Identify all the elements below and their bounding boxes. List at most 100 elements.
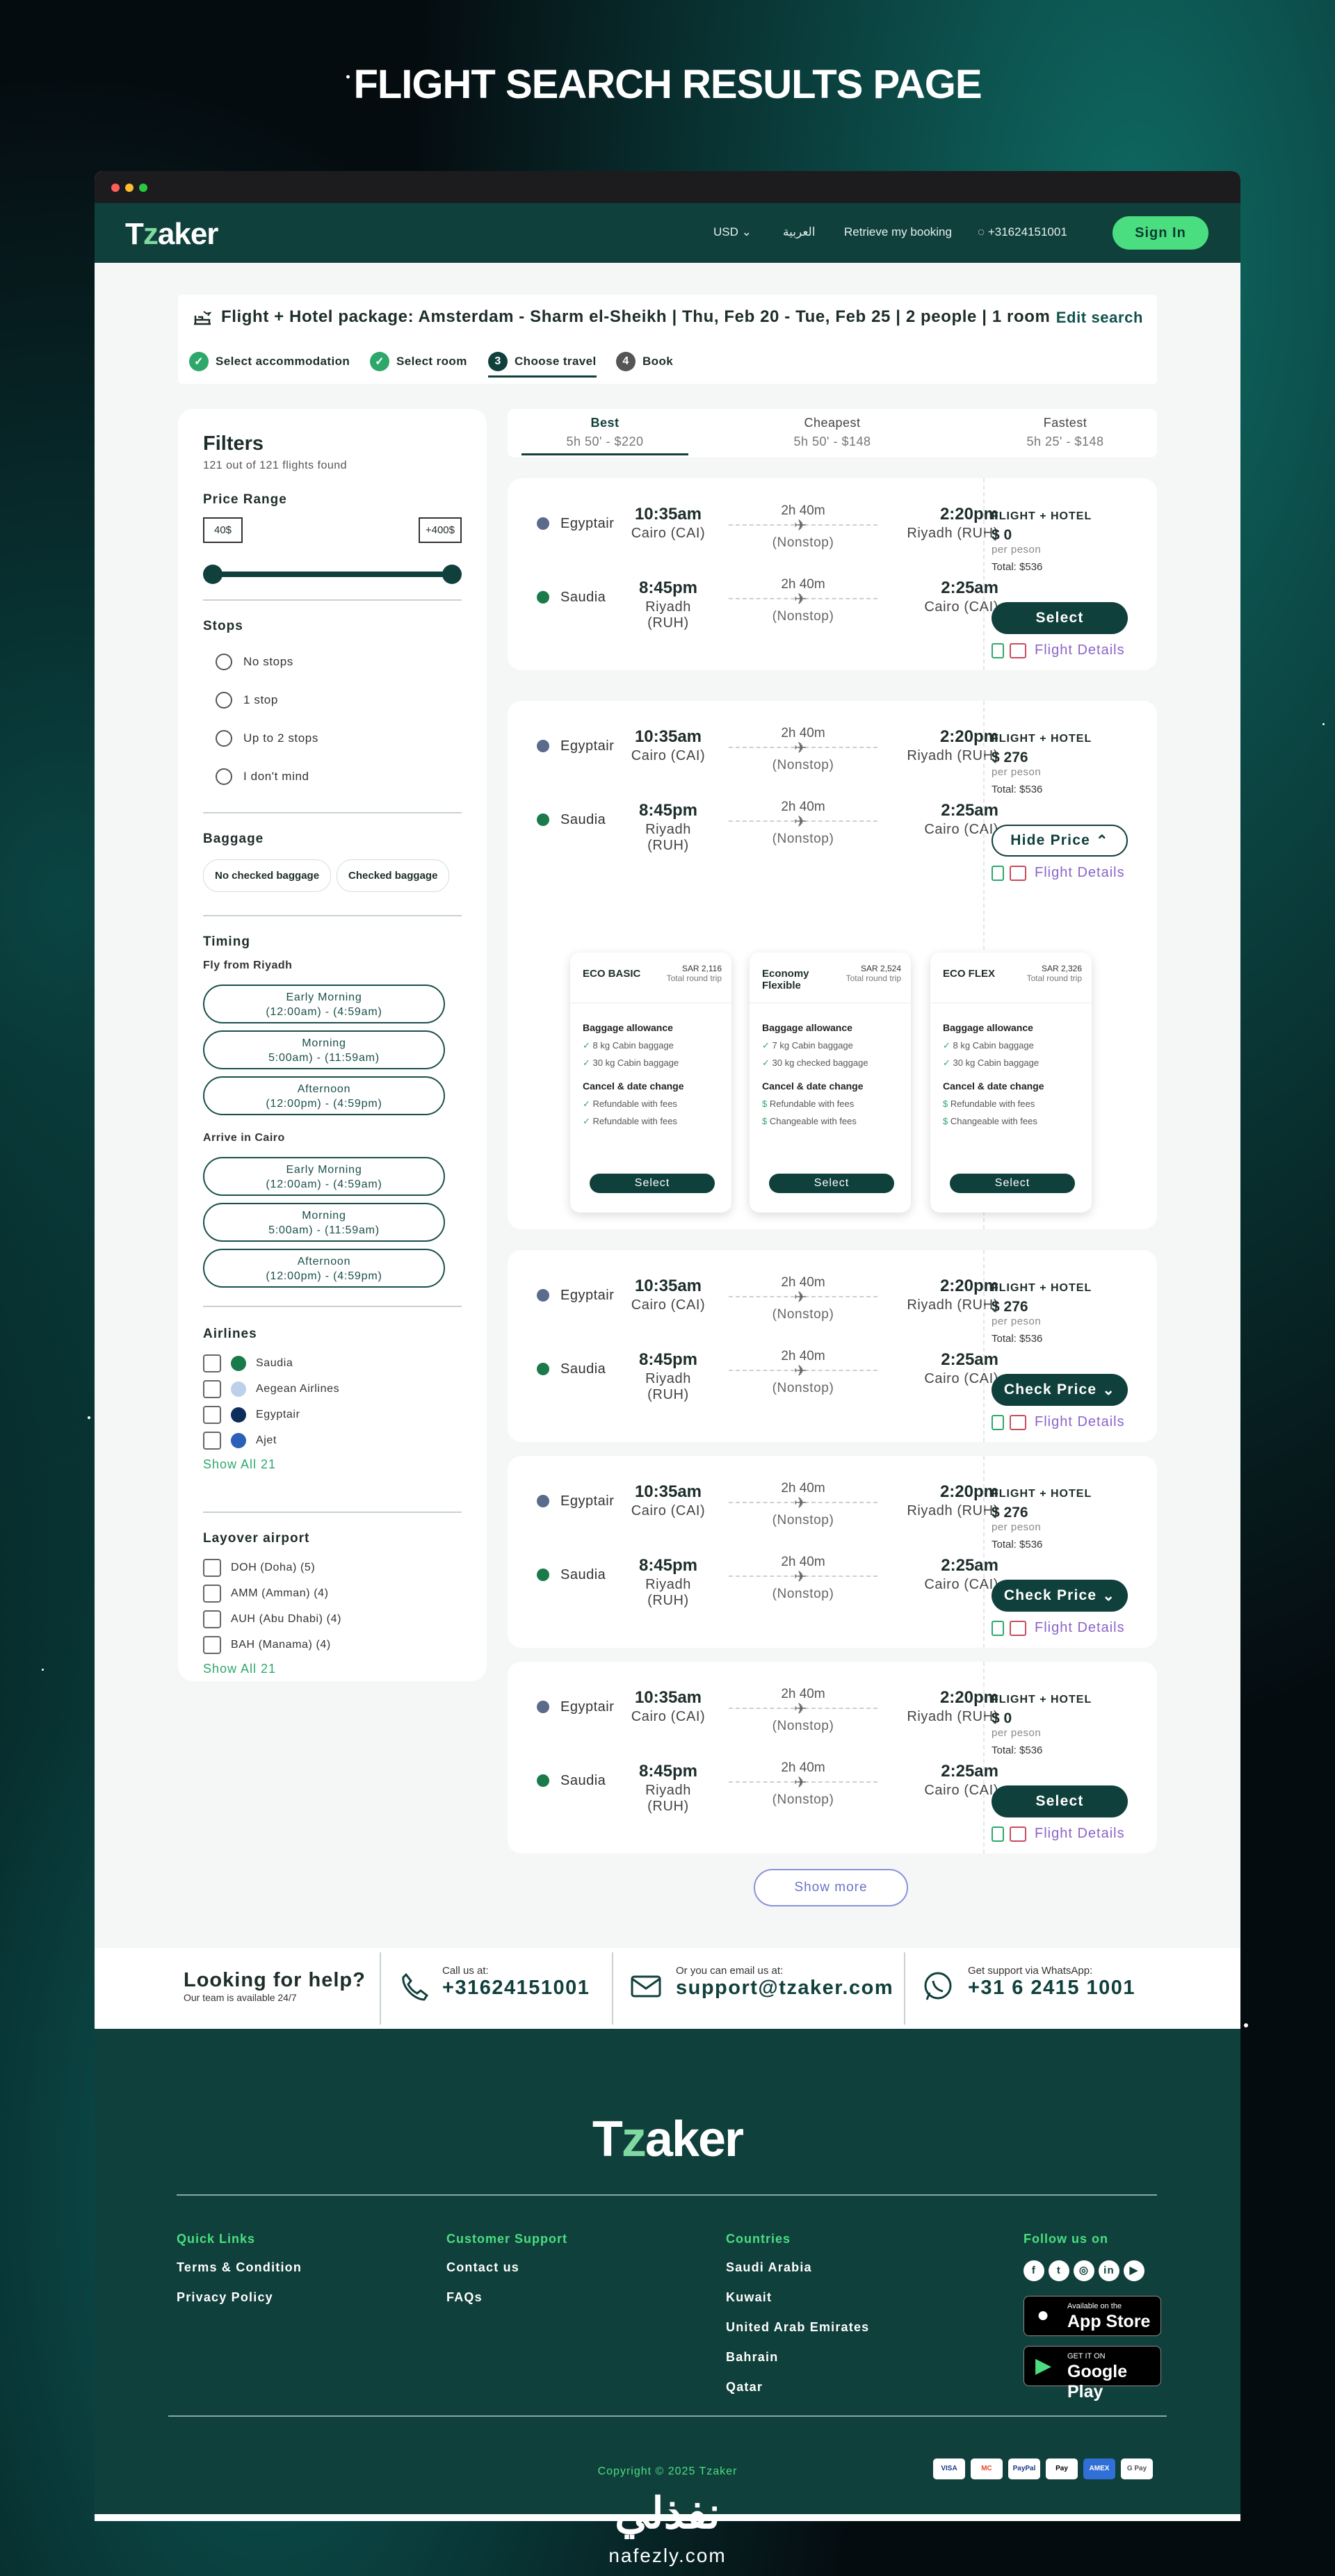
country-link[interactable]: United Arab Emirates: [726, 2320, 869, 2335]
flight-details-link[interactable]: Flight Details: [992, 642, 1125, 658]
step-select-room[interactable]: ✓ Select room: [370, 352, 467, 371]
flight-details-link[interactable]: Flight Details: [992, 865, 1125, 881]
price-block: FLIGHT + HOTEL $ 276 per peson Total: $5…: [992, 733, 1144, 795]
arrival-city: Riyadh (RUH): [907, 1297, 998, 1313]
departure-city: Cairo (CAI): [631, 1297, 706, 1313]
app-store-badge[interactable]: ● Available on the App Store: [1024, 2296, 1161, 2336]
airline-checkbox[interactable]: Egyptair: [203, 1402, 462, 1427]
flight-details-link[interactable]: Flight Details: [992, 1620, 1125, 1636]
whatsapp-number[interactable]: +31 6 2415 1001: [968, 1977, 1135, 2000]
step-choose-travel[interactable]: 3 Choose travel: [488, 352, 597, 378]
call-label: Call us at:: [442, 1965, 489, 1977]
slot-range: (12:00am) - (4:59am): [266, 1006, 382, 1018]
airline-checkbox[interactable]: Ajet: [203, 1427, 462, 1453]
country-link[interactable]: Kuwait: [726, 2290, 869, 2305]
tab-cheapest[interactable]: Cheapest 5h 50' - $148: [749, 416, 916, 449]
email-address[interactable]: support@tzaker.com: [676, 1977, 893, 2000]
twitter-icon[interactable]: t: [1049, 2260, 1069, 2281]
flight-details-link[interactable]: Flight Details: [992, 1414, 1125, 1430]
tab-fastest[interactable]: Fastest 5h 25' - $148: [982, 416, 1149, 449]
fare-select-button[interactable]: Select: [769, 1174, 894, 1193]
edit-search-link[interactable]: Edit search: [1056, 309, 1143, 327]
footer-link[interactable]: FAQs: [446, 2290, 567, 2305]
timing-option[interactable]: Afternoon (12:00pm) - (4:59pm): [203, 1249, 445, 1288]
call-number[interactable]: +31624151001: [442, 1977, 590, 2000]
select-button[interactable]: Select: [992, 602, 1128, 634]
country-link[interactable]: Bahrain: [726, 2350, 869, 2365]
bed-plane-icon: [194, 311, 212, 325]
sign-in-button[interactable]: Sign In: [1112, 216, 1208, 250]
layover-checkbox[interactable]: BAH (Manama) (4): [203, 1632, 462, 1658]
hide-price-button[interactable]: Hide Price ⌃: [992, 825, 1128, 857]
show-all-airlines-link[interactable]: Show All 21: [203, 1457, 462, 1472]
linkedin-icon[interactable]: in: [1099, 2260, 1119, 2281]
facebook-icon[interactable]: f: [1024, 2260, 1044, 2281]
fare-feature: 7 kg Cabin baggage: [772, 1040, 853, 1051]
check-price-button[interactable]: Check Price ⌄: [992, 1374, 1128, 1406]
step-book[interactable]: 4 Book: [616, 352, 673, 371]
retrieve-booking-link[interactable]: Retrieve my booking: [844, 225, 952, 239]
footer-link[interactable]: Terms & Condition: [177, 2260, 302, 2275]
tab-best[interactable]: Best 5h 50' - $220: [521, 416, 688, 455]
layover-checkbox[interactable]: AUH (Abu Dhabi) (4): [203, 1606, 462, 1632]
timing-option[interactable]: Morning 5:00am) - (11:59am): [203, 1203, 445, 1242]
price-slider[interactable]: [203, 563, 462, 584]
airline-name: Saudia: [560, 812, 606, 827]
stops-option[interactable]: No stops: [216, 642, 474, 681]
dollar-icon: $: [943, 1099, 950, 1109]
phone-link[interactable]: ◌ +31624151001: [978, 225, 1067, 239]
arrival-city: Riyadh (RUH): [907, 1709, 998, 1724]
fare-select-button[interactable]: Select: [950, 1174, 1075, 1193]
stops-text: (Nonstop): [772, 832, 834, 846]
instagram-icon[interactable]: ◎: [1074, 2260, 1094, 2281]
currency-selector[interactable]: USD ⌄: [713, 225, 752, 239]
google-play-badge[interactable]: ▶ GET IT ON Google Play: [1024, 2346, 1161, 2401]
baggage-option[interactable]: No checked baggage: [203, 859, 332, 892]
footer-link[interactable]: Privacy Policy: [177, 2290, 302, 2305]
slider-handle-max[interactable]: [442, 565, 462, 584]
cabin-bag-icon: [992, 1414, 1004, 1430]
stops-option[interactable]: Up to 2 stops: [216, 719, 474, 757]
youtube-icon[interactable]: ▶: [1124, 2260, 1144, 2281]
fare-feature: Refundable with fees: [592, 1116, 677, 1126]
country-link[interactable]: Saudi Arabia: [726, 2260, 869, 2275]
maximize-dot[interactable]: [139, 184, 147, 192]
follow-title: Follow us on: [1024, 2232, 1108, 2246]
airline-checkbox[interactable]: Aegean Airlines: [203, 1376, 462, 1402]
language-switch[interactable]: العربية: [783, 225, 815, 239]
baggage-option[interactable]: Checked baggage: [337, 859, 450, 892]
timing-option[interactable]: Afternoon (12:00pm) - (4:59pm): [203, 1076, 445, 1115]
site-logo[interactable]: Tzaker: [125, 217, 218, 252]
step-select-accommodation[interactable]: ✓ Select accommodation: [189, 352, 350, 371]
stops-option[interactable]: I don't mind: [216, 757, 474, 795]
timing-option[interactable]: Early Morning (12:00am) - (4:59am): [203, 1157, 445, 1196]
package-label: FLIGHT + HOTEL: [992, 733, 1092, 745]
flight-leg: Saudia 8:45pm Riyadh (RUH) 2h 40m ✈ (Non…: [508, 1335, 998, 1404]
country-link[interactable]: Qatar: [726, 2380, 869, 2395]
timing-option[interactable]: Early Morning (12:00am) - (4:59am): [203, 985, 445, 1023]
email-label: Or you can email us at:: [676, 1965, 784, 1977]
star: [1322, 723, 1325, 725]
timing-option[interactable]: Morning 5:00am) - (11:59am): [203, 1030, 445, 1069]
cancel-title: Cancel & date change: [943, 1080, 1044, 1092]
footer-logo[interactable]: Tzaker: [95, 2111, 1240, 2168]
show-more-button[interactable]: Show more: [754, 1869, 908, 1906]
footer-link[interactable]: Contact us: [446, 2260, 567, 2275]
plane-icon: ✈: [794, 739, 807, 756]
layover-checkbox[interactable]: AMM (Amman) (4): [203, 1580, 462, 1606]
fare-select-button[interactable]: Select: [590, 1174, 715, 1193]
min-price-box[interactable]: 40$: [203, 517, 243, 543]
flight-details-link[interactable]: Flight Details: [992, 1826, 1125, 1842]
dollar-icon: $: [762, 1099, 770, 1109]
max-price-box[interactable]: +400$: [418, 517, 462, 543]
show-all-layovers-link[interactable]: Show All 21: [203, 1662, 462, 1676]
tab-info: 5h 50' - $148: [793, 435, 871, 448]
check-price-button[interactable]: Check Price ⌄: [992, 1580, 1128, 1612]
layover-checkbox[interactable]: DOH (Doha) (5): [203, 1555, 462, 1580]
slider-handle-min[interactable]: [203, 565, 222, 584]
airline-checkbox[interactable]: Saudia: [203, 1350, 462, 1376]
stops-option[interactable]: 1 stop: [216, 681, 474, 719]
close-dot[interactable]: [111, 184, 120, 192]
minimize-dot[interactable]: [125, 184, 134, 192]
select-button[interactable]: Select: [992, 1785, 1128, 1817]
